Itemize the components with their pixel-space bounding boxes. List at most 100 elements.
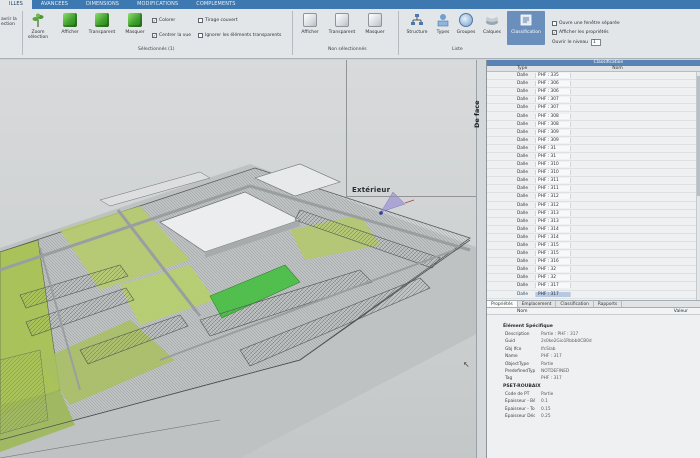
green-cube-icon [63, 13, 77, 27]
list-item[interactable]: Dalle PHF : 312 [487, 202, 700, 210]
property-row[interactable]: Description Partie : PHF : 317 [487, 331, 700, 338]
property-value: 2s0ke2Gio1Rbbb0CB0d [541, 339, 592, 345]
property-value: PHF : 317 [541, 354, 562, 360]
row-type: Dalle [517, 226, 528, 232]
3d-viewport[interactable]: Extérieur [0, 60, 484, 458]
afficher-button[interactable]: Afficher [58, 13, 82, 35]
list-item[interactable]: Dalle PHF : 311 [487, 185, 700, 194]
classification-button[interactable]: Classification [507, 11, 545, 45]
tirage-couvert-checkbox[interactable]: Tirage couvert [198, 18, 238, 23]
row-name: PHF : 312 [535, 202, 571, 208]
ribbon-tab-bar: ILLES AVANCEES DIMENSIONS MODIFICATIONS … [0, 0, 700, 9]
list-item[interactable]: Dalle PHF : 307 [487, 104, 700, 113]
tab-illes[interactable]: ILLES [0, 0, 32, 9]
list-item[interactable]: Dalle PHF : 32 [487, 266, 700, 275]
tab-rapports[interactable]: Rapports [594, 301, 623, 307]
property-row[interactable]: Name PHF : 317 [487, 353, 700, 360]
list-item[interactable]: Dalle PHF : 315 [487, 242, 700, 251]
ouvrir-niveau-spinner[interactable]: Ouvrir le niveau 1 [552, 39, 602, 46]
colorer-checkbox[interactable]: ✓ Colorer [152, 18, 175, 23]
property-value: 0.1 [541, 399, 548, 405]
tab-complements[interactable]: COMPLEMENTS [187, 0, 244, 9]
list-item[interactable]: Dalle PHF : 314 [487, 226, 700, 234]
list-item[interactable]: Dalle PHF : 317 [487, 291, 700, 299]
property-key: Description [505, 332, 530, 337]
col-type-header[interactable]: Type [499, 66, 535, 71]
groupes-button[interactable]: Groupes [454, 13, 478, 35]
afficher-unselected-button[interactable]: Afficher [298, 13, 322, 35]
row-type: Dalle [517, 251, 528, 257]
row-type: Dalle [517, 283, 528, 289]
ignorer-transparents-checkbox[interactable]: Ignorer les éléments transparents [198, 33, 281, 38]
list-item[interactable]: Dalle PHF : 307 [487, 96, 700, 105]
list-item[interactable]: Dalle PHF : 32 [487, 274, 700, 283]
row-name: PHF : 311 [535, 186, 571, 192]
property-row[interactable]: ObjectType Partie [487, 361, 700, 368]
list-item[interactable]: Dalle PHF : 310 [487, 169, 700, 178]
col-name-header[interactable]: Nom [535, 66, 700, 71]
structure-button[interactable]: Structure [404, 13, 430, 35]
row-type: Dalle [517, 97, 528, 103]
list-item[interactable]: Dalle PHF : 308 [487, 112, 700, 121]
transparent-unselected-button[interactable]: Transparent [326, 13, 358, 35]
transparent-unselected-label: Transparent [328, 30, 356, 35]
list-item[interactable]: Dalle PHF : 309 [487, 129, 700, 137]
property-row[interactable]: Tag PHF : 317 [487, 375, 700, 382]
types-button[interactable]: Types [432, 13, 454, 35]
ouvrir-niveau-input[interactable]: 1 [591, 39, 602, 46]
property-key: Épaisseur Décaissement [505, 413, 535, 419]
list-item[interactable]: Dalle PHF : 306 [487, 80, 700, 89]
list-item[interactable]: Dalle PHF : 312 [487, 193, 700, 202]
list-item[interactable]: Dalle PHF : 311 [487, 177, 700, 186]
ouvre-fenetre-checkbox[interactable]: Ouvre une fenêtre séparée [552, 21, 620, 26]
zoom-selection-button[interactable]: Zoom sélection [26, 13, 50, 40]
list-item[interactable]: Dalle PHF : 31 [487, 145, 700, 153]
property-row[interactable]: Épaisseur - Béton coulé sur 0.1 [487, 398, 700, 405]
list-item[interactable]: Dalle PHF : 313 [487, 210, 700, 218]
centrer-vue-checkbox[interactable]: ✓ Centrer la vue [152, 33, 191, 38]
property-key: Name [505, 354, 518, 360]
masquer-button[interactable]: Masquer [122, 13, 148, 35]
transparent-button[interactable]: Transparent [86, 13, 118, 35]
masquer-unselected-button[interactable]: Masquer [362, 13, 388, 35]
tab-proprietes[interactable]: Propriétés [487, 301, 518, 307]
list-item[interactable]: Dalle PHF : 316 [487, 258, 700, 267]
property-row[interactable]: Épaisseur Décaissement 0.25 [487, 413, 700, 420]
properties-tabs: Propriétés Emplacement Classification Ra… [487, 300, 700, 308]
property-section-title[interactable]: Élément Spécifique [487, 323, 700, 331]
calques-button[interactable]: Calques [480, 13, 504, 35]
property-row[interactable]: Épaisseur - Tout venant 0/31,5 0.15 [487, 406, 700, 413]
property-section-title[interactable]: PSET-ROUBAIX [487, 383, 700, 391]
ribbon-left-partial[interactable]: avrir la ection [1, 17, 17, 27]
globe-icon [459, 13, 473, 27]
property-row[interactable]: Guid 2s0ke2Gio1Rbbb0CB0d [487, 338, 700, 345]
list-item[interactable]: Dalle PHF : 308 [487, 121, 700, 129]
row-name: PHF : 32 [535, 267, 571, 273]
row-name: PHF : 314 [535, 234, 571, 240]
tab-classification[interactable]: Classification [556, 301, 594, 307]
types-icon [436, 13, 450, 27]
list-item[interactable]: Dalle PHF : 309 [487, 137, 700, 145]
property-row[interactable]: PredefinedType NOTDEFINED [487, 368, 700, 375]
property-row[interactable]: Code de PT Partie [487, 391, 700, 398]
view-label-exterieur: Extérieur [352, 186, 391, 194]
row-name: PHF : 307 [535, 97, 571, 103]
list-item[interactable]: Dalle PHF : 317 [487, 282, 700, 291]
afficher-proprietes-checkbox[interactable]: ✓ Afficher les propriétés [552, 30, 609, 35]
property-row[interactable]: Gbj Ifco IfcSlab [487, 346, 700, 353]
list-item[interactable]: Dalle PHF : 31 [487, 153, 700, 162]
tab-dimensions[interactable]: DIMENSIONS [77, 0, 128, 9]
list-item[interactable]: Dalle PHF : 335 [487, 72, 700, 81]
list-item[interactable]: Dalle PHF : 306 [487, 88, 700, 97]
list-item[interactable]: Dalle PHF : 314 [487, 234, 700, 242]
list-item[interactable]: Dalle PHF : 315 [487, 250, 700, 259]
property-key: Épaisseur - Tout venant 0/31,5 [505, 406, 535, 412]
list-item[interactable]: Dalle PHF : 310 [487, 161, 700, 170]
tab-emplacement[interactable]: Emplacement [518, 301, 557, 307]
checkbox-box: ✓ [552, 29, 557, 35]
left-partial-line-2: ection [1, 22, 15, 27]
list-item[interactable]: Dalle PHF : 313 [487, 218, 700, 226]
list-scrollbar[interactable] [696, 72, 700, 300]
tab-avancees[interactable]: AVANCEES [32, 0, 77, 9]
tab-modifications[interactable]: MODIFICATIONS [128, 0, 187, 9]
